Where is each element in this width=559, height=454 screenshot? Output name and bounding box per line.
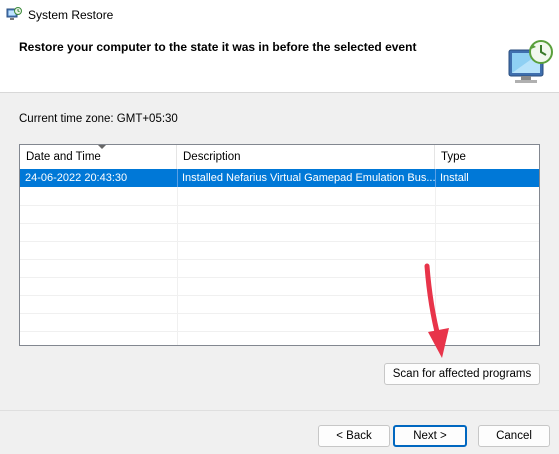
cancel-button[interactable]: Cancel — [478, 425, 550, 447]
page-title: Restore your computer to the state it wa… — [19, 40, 417, 54]
scan-affected-programs-button[interactable]: Scan for affected programs — [384, 363, 540, 385]
row-divider — [20, 331, 539, 332]
restore-points-table[interactable]: Date and Time Description Type 24-06-202… — [19, 144, 540, 346]
cell-description: Installed Nefarius Virtual Gamepad Emula… — [182, 172, 435, 184]
column-divider — [177, 169, 178, 345]
column-header-date-time[interactable]: Date and Time — [20, 145, 177, 169]
column-header-type[interactable]: Type — [435, 145, 539, 169]
column-label: Description — [183, 151, 241, 163]
system-restore-icon — [6, 6, 22, 22]
wizard-header: Restore your computer to the state it wa… — [0, 30, 559, 92]
row-divider — [20, 295, 539, 296]
table-row[interactable]: 24-06-2022 20:43:30 Installed Nefarius V… — [20, 169, 539, 187]
timezone-label: Current time zone: GMT+05:30 — [19, 113, 178, 125]
row-divider — [20, 241, 539, 242]
row-divider — [20, 223, 539, 224]
row-divider — [20, 259, 539, 260]
monitor-restore-icon — [503, 38, 555, 86]
column-label: Type — [441, 151, 466, 163]
sort-indicator-icon — [98, 145, 106, 149]
next-button[interactable]: Next > — [393, 425, 467, 447]
title-bar: System Restore — [0, 0, 559, 30]
cell-type: Install — [440, 172, 469, 184]
column-label: Date and Time — [26, 151, 101, 163]
column-header-description[interactable]: Description — [177, 145, 435, 169]
footer-divider — [0, 410, 559, 411]
table-header: Date and Time Description Type — [20, 145, 539, 170]
window-title: System Restore — [28, 8, 114, 22]
cell-date-time: 24-06-2022 20:43:30 — [25, 172, 128, 184]
row-divider — [20, 313, 539, 314]
annotation-arrow — [424, 263, 449, 358]
row-divider — [20, 277, 539, 278]
back-button[interactable]: < Back — [318, 425, 390, 447]
row-divider — [20, 205, 539, 206]
